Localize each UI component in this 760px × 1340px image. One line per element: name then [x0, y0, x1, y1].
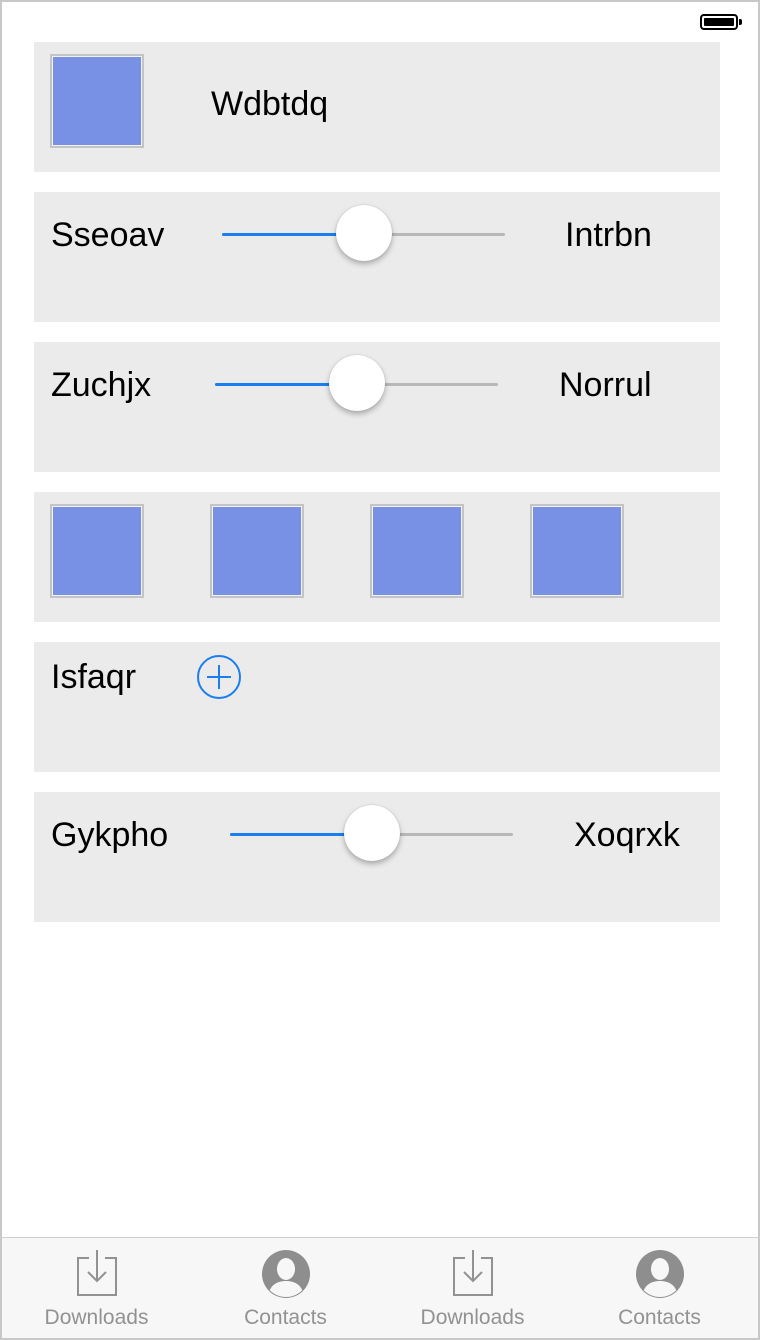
tab-label: Downloads	[44, 1306, 149, 1329]
tab-label: Contacts	[618, 1306, 701, 1329]
tab-contacts[interactable]: Contacts	[191, 1238, 380, 1338]
image-thumbnail	[530, 504, 624, 598]
image-thumbnail	[50, 504, 144, 598]
slider[interactable]	[222, 205, 505, 263]
tab-label: Downloads	[420, 1306, 525, 1329]
slider-right-label: Intrbn	[565, 216, 652, 254]
tab-contacts[interactable]: Contacts	[565, 1238, 754, 1338]
slider-cell: Sseoav Intrbn	[34, 192, 720, 322]
slider-left-label: Sseoav	[51, 216, 165, 254]
cell-label: Isfaqr	[51, 658, 137, 696]
slider-right-label: Xoqrxk	[574, 816, 680, 854]
slider-left-label: Zuchjx	[51, 366, 152, 404]
contacts-icon	[635, 1250, 684, 1298]
downloads-icon	[76, 1250, 117, 1296]
image-grid-cell	[34, 492, 720, 622]
image-thumbnail	[370, 504, 464, 598]
image-thumbnail	[50, 54, 144, 148]
add-circle-icon[interactable]	[196, 654, 242, 700]
image-label-cell: Wdbtdq	[34, 42, 720, 172]
slider-knob[interactable]	[335, 205, 392, 261]
slider-right-label: Norrul	[559, 366, 652, 404]
cell-label: Wdbtdq	[211, 85, 329, 123]
contacts-icon	[261, 1250, 310, 1298]
battery-full-icon	[700, 14, 742, 30]
downloads-icon	[452, 1250, 493, 1296]
slider-knob[interactable]	[343, 805, 400, 861]
phone-screen: Wdbtdq Sseoav Intrbn Zuchjx Norrul Isfaq…	[0, 0, 760, 1340]
tab-label: Contacts	[244, 1306, 327, 1329]
slider-left-label: Gykpho	[51, 816, 169, 854]
image-thumbnail	[210, 504, 304, 598]
slider-cell: Gykpho Xoqrxk	[34, 792, 720, 922]
tab-downloads[interactable]: Downloads	[378, 1238, 567, 1338]
tab-downloads[interactable]: Downloads	[2, 1238, 191, 1338]
slider-knob[interactable]	[328, 355, 385, 411]
slider-cell: Zuchjx Norrul	[34, 342, 720, 472]
tab-bar: Downloads Contacts Downloads Contacts	[2, 1237, 758, 1338]
slider[interactable]	[230, 805, 513, 863]
slider[interactable]	[215, 355, 498, 413]
add-cell: Isfaqr	[34, 642, 720, 772]
